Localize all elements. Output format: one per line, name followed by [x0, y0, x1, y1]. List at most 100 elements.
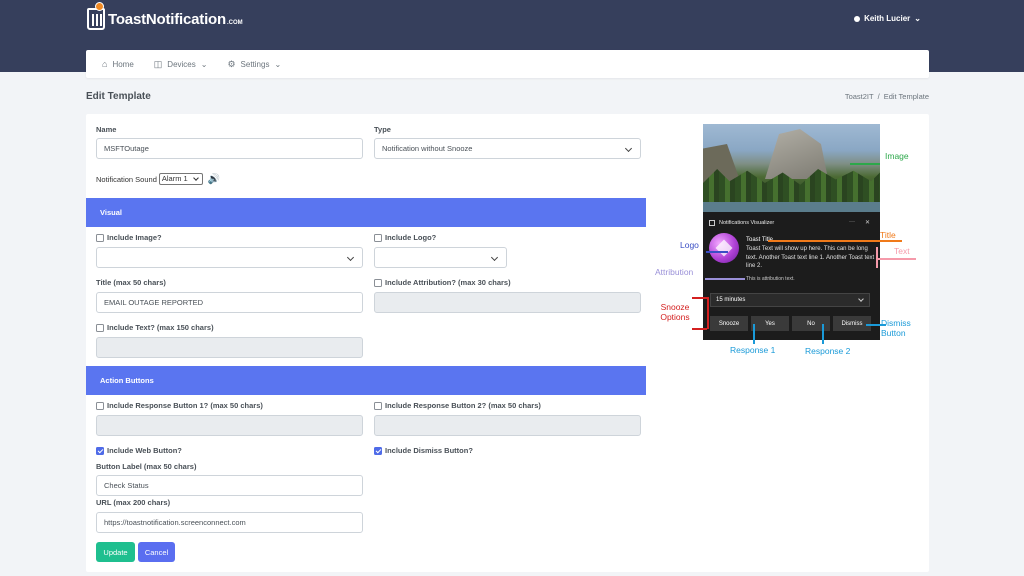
checkbox-box: [96, 323, 104, 332]
annotation-dismiss: Dismiss Button: [881, 318, 911, 338]
chevron-down-icon: ⌄: [200, 59, 208, 69]
nav-settings[interactable]: ⚙ Settings ⌄: [227, 59, 281, 70]
cancel-button[interactable]: Cancel: [138, 542, 175, 562]
checkbox-box: [374, 233, 382, 242]
user-menu[interactable]: Keith Lucier ⌄: [854, 14, 921, 23]
text-input[interactable]: [96, 337, 363, 358]
close-icon: ✕: [864, 220, 870, 226]
checkbox-box: [96, 233, 104, 242]
annotation-title: Title: [880, 230, 896, 240]
user-icon: [854, 15, 861, 22]
checkbox-box: [374, 278, 382, 287]
annotation-attribution: Attribution: [655, 267, 694, 277]
nav-devices[interactable]: ◫ Devices ⌄: [154, 59, 208, 70]
annotation-line-attribution: [705, 278, 745, 280]
include-response1-label: Include Response Button 1? (max 50 chars…: [107, 401, 263, 410]
checkbox-box-checked: [96, 446, 104, 455]
toast-snooze-button: Snooze: [710, 316, 748, 331]
include-dismiss-label: Include Dismiss Button?: [385, 446, 473, 455]
include-logo-checkbox[interactable]: Include Logo?: [374, 233, 436, 242]
logo-select[interactable]: [374, 247, 507, 268]
annotation-snooze: Snooze Options: [660, 302, 690, 322]
include-image-label: Include Image?: [107, 233, 162, 242]
include-logo-label: Include Logo?: [385, 233, 437, 242]
annotation-bracket-snooze-bottom: [692, 328, 707, 330]
breadcrumb-separator: /: [877, 92, 880, 101]
breadcrumb-parent[interactable]: Toast2IT: [845, 92, 874, 101]
toast-yes-button: Yes: [751, 316, 789, 331]
breadcrumb-current: Edit Template: [883, 92, 929, 101]
visualizer-titlebar: Notifications Visualizer ··· ✕: [703, 216, 880, 230]
type-label: Type: [374, 125, 391, 134]
include-response2-checkbox[interactable]: Include Response Button 2? (max 50 chars…: [374, 401, 541, 410]
breadcrumb: Toast2IT / Edit Template: [845, 92, 929, 101]
brand-suffix: .COM: [226, 19, 243, 26]
include-web-checkbox[interactable]: Include Web Button?: [96, 446, 182, 455]
chevron-down-icon: ⌄: [914, 14, 921, 23]
annotation-bracket-snooze-top: [692, 297, 707, 299]
include-image-checkbox[interactable]: Include Image?: [96, 233, 162, 242]
button-label-label: Button Label (max 50 chars): [96, 462, 197, 471]
response1-input[interactable]: [96, 415, 363, 436]
annotation-response1: Response 1: [730, 345, 776, 355]
nav-home[interactable]: ⌂ Home: [102, 59, 134, 69]
include-attribution-label: Include Attribution? (max 30 chars): [385, 278, 511, 287]
sound-label: Notification Sound: [96, 174, 157, 184]
gear-icon: ⚙: [227, 58, 236, 69]
type-select[interactable]: Notification without Snooze: [374, 138, 641, 159]
notification-sound-row: Notification Sound Alarm 1 🔊: [96, 173, 220, 185]
url-label: URL (max 200 chars): [96, 498, 171, 507]
include-dismiss-checkbox[interactable]: Include Dismiss Button?: [374, 446, 473, 455]
main-nav: ⌂ Home ◫ Devices ⌄ ⚙ Settings ⌄: [86, 50, 929, 78]
include-web-label: Include Web Button?: [107, 446, 182, 455]
brand-logo[interactable]: ToastNotification .COM: [87, 2, 243, 30]
include-response2-label: Include Response Button 2? (max 50 chars…: [385, 401, 541, 410]
visualizer-title: Notifications Visualizer: [719, 220, 775, 226]
annotation-line-title: [768, 240, 902, 242]
button-label-input[interactable]: Check Status: [96, 475, 363, 496]
page-title: Edit Template: [86, 91, 151, 102]
nav-settings-label: Settings: [240, 59, 270, 69]
home-icon: ⌂: [102, 59, 108, 69]
brand-name: ToastNotification: [108, 10, 226, 28]
annotation-line-response1: [753, 324, 755, 344]
nav-home-label: Home: [112, 59, 134, 69]
sound-select[interactable]: Alarm 1: [158, 173, 203, 185]
update-button[interactable]: Update: [96, 542, 135, 562]
action-buttons-section-header: Action Buttons: [86, 366, 646, 395]
checkbox-box-checked: [374, 446, 382, 455]
devices-icon: ◫: [153, 58, 163, 69]
title-input[interactable]: EMAIL OUTAGE REPORTED: [96, 292, 363, 313]
toast-no-button: No: [792, 316, 830, 331]
annotation-line-logo: [706, 251, 728, 253]
toast-preview: Notifications Visualizer ··· ✕ Toast Titl…: [703, 124, 880, 340]
include-attribution-checkbox[interactable]: Include Attribution? (max 30 chars): [374, 278, 511, 287]
visual-section-header: Visual: [86, 198, 646, 227]
checkbox-box: [374, 401, 382, 410]
nav-devices-label: Devices: [167, 59, 196, 69]
user-name: Keith Lucier: [864, 14, 911, 23]
annotation-response2: Response 2: [805, 346, 851, 356]
annotation-text: Text: [894, 246, 910, 256]
toast-logo-icon: [87, 2, 105, 30]
url-input[interactable]: https://toastnotification.screenconnect.…: [96, 512, 363, 533]
image-select[interactable]: [96, 247, 363, 268]
title-label: Title (max 50 chars): [96, 278, 166, 287]
annotation-logo: Logo: [680, 240, 699, 250]
include-text-label: Include Text? (max 150 chars): [107, 323, 214, 332]
annotation-line-image: [850, 163, 880, 165]
include-text-checkbox[interactable]: Include Text? (max 150 chars): [96, 323, 214, 332]
more-icon: ···: [848, 219, 855, 225]
include-response1-checkbox[interactable]: Include Response Button 1? (max 50 chars…: [96, 401, 263, 410]
page-header: Edit Template Toast2IT / Edit Template: [86, 91, 929, 102]
annotation-line-text: [876, 258, 916, 260]
name-input[interactable]: MSFTOutage: [96, 138, 363, 159]
app-icon: [709, 220, 715, 226]
response2-input[interactable]: [374, 415, 641, 436]
attribution-input[interactable]: [374, 292, 641, 313]
name-label: Name: [96, 125, 117, 134]
annotation-image: Image: [885, 151, 909, 161]
toast-snooze-select: 15 minutes: [710, 293, 870, 307]
annotation-bracket-snooze: [707, 297, 709, 329]
speaker-icon[interactable]: 🔊: [208, 174, 220, 185]
